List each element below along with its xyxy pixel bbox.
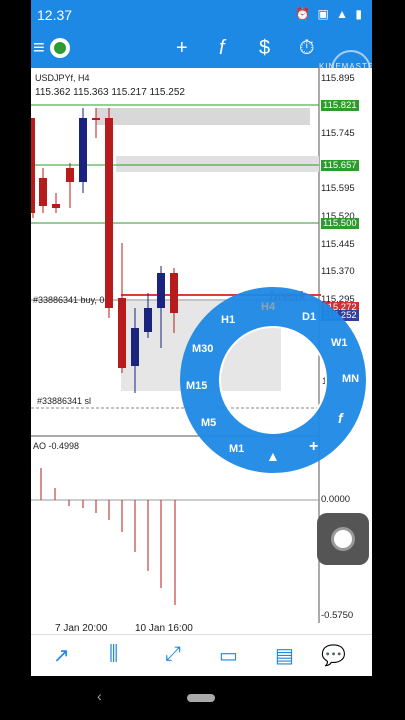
ao-indicator-label: AO -0.4998 (33, 441, 80, 451)
dial-tf-mn[interactable]: MN (342, 373, 359, 385)
candle-bear (66, 168, 74, 182)
indicators-icon[interactable]: f (219, 36, 225, 60)
dial-tf-d1[interactable]: D1 (302, 311, 316, 323)
candle-bear (118, 298, 126, 368)
price-label: 115.745 (321, 128, 355, 139)
menu-icon[interactable]: ≡ (33, 36, 45, 60)
dial-tf-h1[interactable]: H1 (221, 314, 235, 326)
candle-bear (52, 204, 60, 208)
symbols-icon[interactable]: $ (259, 36, 270, 60)
candle-bear (105, 118, 113, 308)
nav-quotes-icon[interactable]: ↗ (53, 643, 70, 668)
candle-bear (170, 273, 178, 313)
system-navigation-bar: ‹ (31, 676, 372, 720)
status-bar: 12.37 ⏰ ▣ ▲ ▮ (31, 0, 372, 30)
new-order-icon[interactable]: + (176, 36, 188, 60)
app-logo-icon[interactable] (49, 37, 71, 65)
dial-tf-m30[interactable]: M30 (192, 343, 213, 355)
ao-zero-label: 0.0000 (321, 494, 351, 505)
candle-bull (79, 118, 87, 182)
timeframe-dial[interactable]: H4 D1 W1 MN f + M1 M5 M15 M30 H1 ▲ (178, 285, 368, 475)
nav-news-icon[interactable]: ▤ (275, 643, 294, 668)
phone-screen: 12.37 ⏰ ▣ ▲ ▮ ≡ + f $ ⏱ KINEMASTER (31, 0, 372, 720)
back-icon[interactable]: ‹ (97, 688, 102, 704)
price-label: 115.445 (321, 239, 355, 250)
order-buy-label: #33886341 buy, 0 (33, 295, 105, 305)
chart-symbol: USDJPYf, H4 (35, 73, 90, 83)
dial-indicators[interactable]: f (338, 410, 343, 426)
dial-tf-h4[interactable]: H4 (261, 301, 275, 313)
candle-bear (92, 118, 100, 120)
price-tag-green: 115.657 (321, 160, 359, 171)
dial-tf-m1[interactable]: M1 (229, 443, 244, 455)
status-time: 12.37 (37, 7, 73, 23)
chart-ohlc: 115.362 115.363 115.217 115.252 (35, 87, 185, 98)
nav-chart-icon[interactable]: ⫼ (109, 643, 118, 666)
dial-tf-w1[interactable]: W1 (331, 337, 348, 349)
dial-add[interactable]: + (309, 438, 318, 456)
price-tag-green: 115.821 (321, 100, 359, 111)
candle-bear (31, 118, 35, 213)
price-tag-green: 115.500 (321, 218, 359, 229)
floating-action-button[interactable] (317, 513, 369, 565)
timeframe-icon[interactable]: ⏱ (299, 36, 315, 60)
ao-min-label: -0.5750 (321, 610, 354, 621)
candle-bull (131, 328, 139, 366)
candle-bull (157, 273, 165, 308)
order-sl-label: #33886341 sl (37, 396, 92, 406)
zone-upper (96, 108, 310, 125)
dial-tf-m15[interactable]: M15 (186, 380, 207, 392)
time-label: 7 Jan 20:00 (55, 623, 108, 634)
record-icon (331, 527, 355, 551)
price-label: 115.895 (321, 73, 355, 84)
time-label: 10 Jan 16:00 (135, 623, 193, 634)
status-icons: ⏰ ▣ ▲ ▮ (295, 7, 364, 21)
price-label: 115.370 (321, 266, 355, 277)
candle-bull (144, 308, 152, 332)
price-label: 115.595 (321, 183, 355, 194)
candle-bear (39, 178, 47, 206)
shapes-icon[interactable]: ▲ (266, 448, 280, 464)
zone-middle (116, 156, 319, 172)
nav-messages-icon[interactable]: 💬 (321, 643, 346, 668)
nav-history-icon[interactable]: ▭ (219, 643, 238, 668)
nav-trade-icon[interactable]: ⤢ (165, 643, 181, 666)
dial-tf-m5[interactable]: M5 (201, 417, 216, 429)
bottom-navigation: ↗ ⫼ ⤢ ▭ ▤ 💬 (31, 634, 372, 677)
home-pill[interactable] (187, 694, 215, 702)
